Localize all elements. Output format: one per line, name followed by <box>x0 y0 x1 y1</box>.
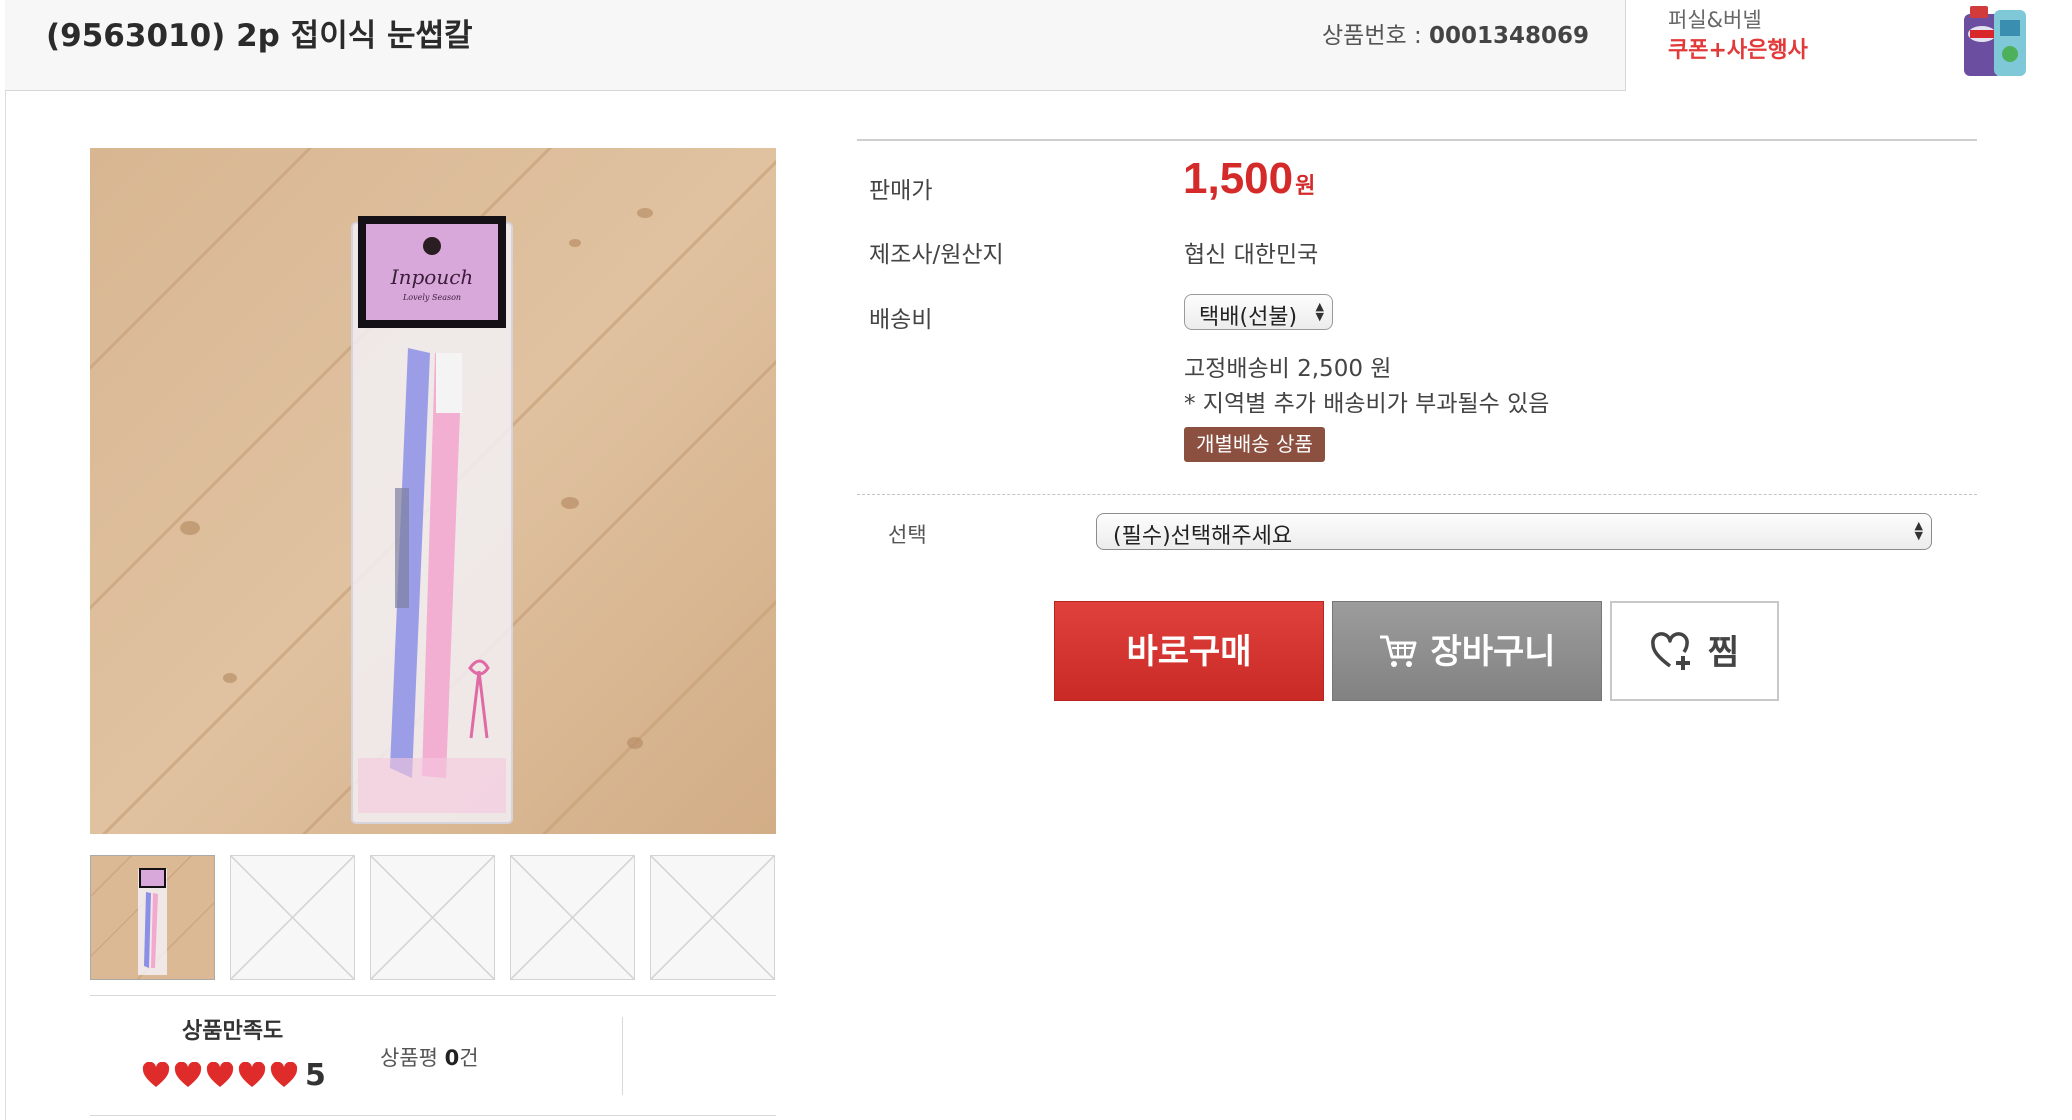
rating-value: 5 <box>305 1058 326 1093</box>
wishlist-button[interactable]: 찜 <box>1610 601 1779 701</box>
review-count-value: 0 <box>444 1046 460 1070</box>
buy-now-button[interactable]: 바로구매 <box>1054 601 1324 701</box>
add-to-cart-button[interactable]: 장바구니 <box>1332 601 1602 701</box>
heart-icon <box>238 1062 266 1087</box>
promo-event: 쿠폰+사은행사 <box>1668 38 1808 63</box>
option-select[interactable]: (필수)선택해주세요 ▲ ▼ <box>1096 513 1932 550</box>
review-unit: 건 <box>459 1046 479 1070</box>
option-label: 선택 <box>888 523 927 547</box>
review-count[interactable]: 상품평 0건 <box>380 1042 479 1072</box>
product-number-value: 0001348069 <box>1429 23 1590 49</box>
product-photo: Inpouch Lovely Season <box>90 148 776 834</box>
shipping-fee-note: * 지역별 추가 배송비가 부과될수 있음 <box>1184 391 1550 417</box>
shipping-label: 배송비 <box>869 307 933 333</box>
heart-plus-icon <box>1651 631 1690 670</box>
no-image-x-icon <box>651 856 774 979</box>
price-value: 1,500 <box>1183 154 1294 203</box>
thumbnail-divider <box>90 995 776 996</box>
maker-value: 협신 대한민국 <box>1184 242 1319 268</box>
product-main-image[interactable]: Inpouch Lovely Season <box>90 148 776 834</box>
svg-text:Lovely Season: Lovely Season <box>402 293 461 302</box>
cart-label: 장바구니 <box>1430 632 1556 672</box>
fixed-shipping-fee: 고정배송비 2,500 원 <box>1184 356 1392 382</box>
option-placeholder: (필수)선택해주세요 <box>1113 524 1293 549</box>
product-title: (9563010) 2p 접이식 눈썹칼 <box>46 18 473 54</box>
shipping-method-select[interactable]: 택배(선불) ▲ ▼ <box>1184 294 1333 330</box>
product-number-label: 상품번호 : <box>1322 23 1422 49</box>
individual-shipping-badge: 개별배송 상품 <box>1184 427 1325 462</box>
thumbnail-2[interactable] <box>230 855 355 980</box>
heart-icon <box>142 1062 170 1087</box>
review-label: 상품평 <box>380 1046 438 1070</box>
maker-label: 제조사/원산지 <box>869 242 1004 268</box>
wishlist-label: 찜 <box>1707 633 1740 673</box>
promo-brand: 퍼실&버넬 <box>1668 8 1762 32</box>
heart-icon <box>270 1062 298 1087</box>
cart-icon <box>1380 635 1417 667</box>
price: 1,500원 <box>1183 154 1315 204</box>
select-arrows-icon: ▲ ▼ <box>1914 519 1923 542</box>
promo-banner[interactable]: 퍼실&버넬 쿠폰+사은행사 <box>1625 0 2072 91</box>
product-number: 상품번호 : 0001348069 <box>1322 16 1589 50</box>
info-top-divider <box>857 139 1977 141</box>
thumbnail-strip <box>90 855 776 980</box>
price-label: 판매가 <box>869 178 933 204</box>
thumbnail-5[interactable] <box>650 855 775 980</box>
price-unit: 원 <box>1295 173 1316 198</box>
thumbnail-3[interactable] <box>370 855 495 980</box>
option-divider <box>857 494 1977 495</box>
rating-separator <box>622 1017 623 1095</box>
package-brand-text: Inpouch <box>390 265 474 289</box>
satisfaction-label: 상품만족도 <box>182 1019 284 1044</box>
heart-icon <box>174 1062 202 1087</box>
heart-icon <box>206 1062 234 1087</box>
rating-bottom-divider <box>90 1115 776 1116</box>
no-image-x-icon <box>371 856 494 979</box>
detergent-bottles-image <box>1964 6 2026 76</box>
no-image-x-icon <box>511 856 634 979</box>
rating-hearts <box>142 1062 302 1094</box>
no-image-x-icon <box>231 856 354 979</box>
select-arrows-icon: ▲ ▼ <box>1315 300 1324 323</box>
thumbnail-4[interactable] <box>510 855 635 980</box>
thumbnail-1[interactable] <box>90 855 215 980</box>
shipping-method-value: 택배(선불) <box>1199 305 1298 330</box>
